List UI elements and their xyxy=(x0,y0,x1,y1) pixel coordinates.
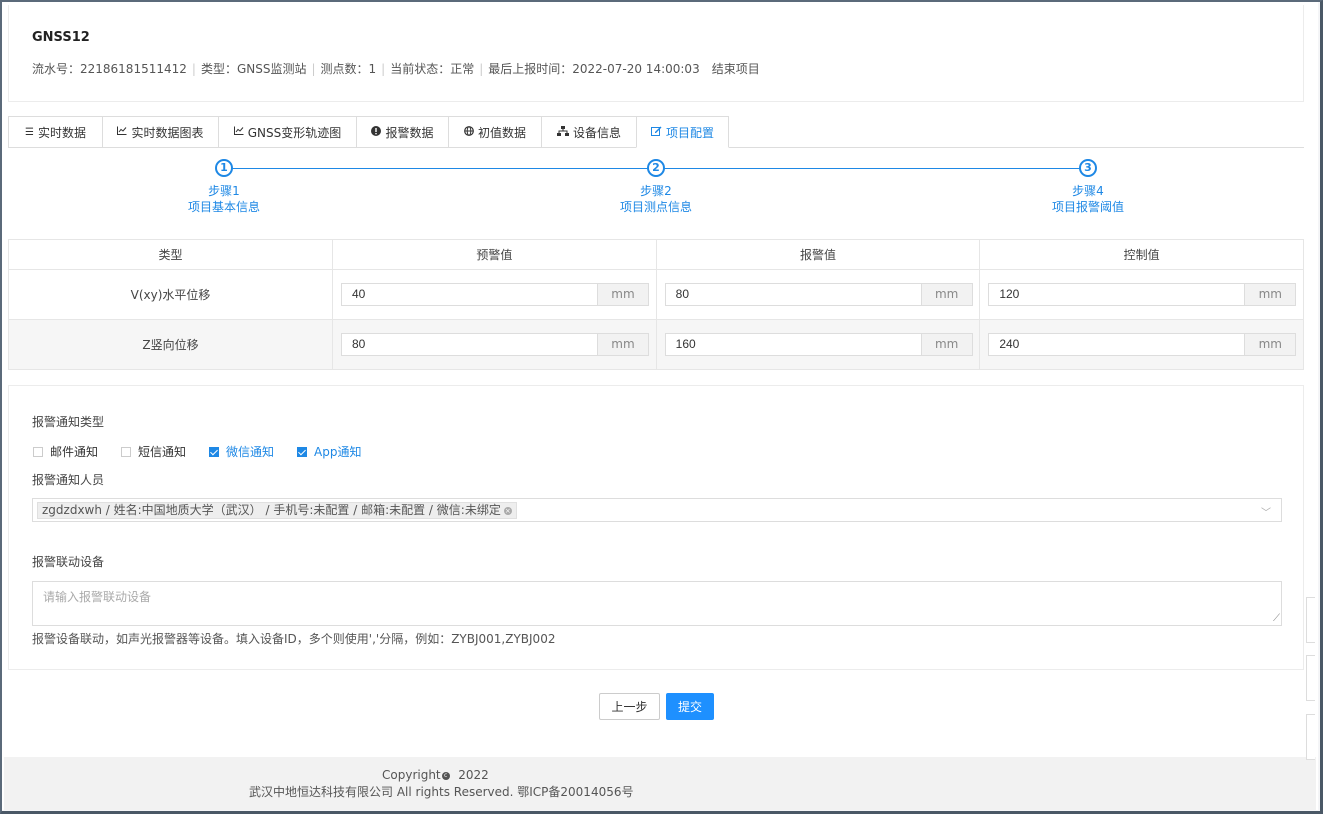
row-type: Z竖向位移 xyxy=(8,319,333,370)
notification-settings: 报警通知类型 邮件通知 短信通知 微信通知 App通知 报警通知人员 zgdzd… xyxy=(8,385,1304,670)
unit-addon: mm xyxy=(597,334,648,355)
tab-realtime-data[interactable]: ☰ 实时数据 xyxy=(8,116,102,148)
project-meta: 流水号：22186181511412 | 类型：GNSS监测站 | 测点数：1 | 当前状态… xyxy=(32,60,760,77)
tab-realtime-chart[interactable]: 实时数据图表 xyxy=(102,116,218,148)
dock-item[interactable] xyxy=(1306,655,1315,701)
threshold-table: 类型 预警值 报警值 控制值 V(xy)水平位移 mm mm mm Z竖向位移 … xyxy=(8,239,1304,370)
tab-device-info[interactable]: 设备信息 xyxy=(541,116,636,148)
serial-number: 流水号：22186181511412 xyxy=(32,62,187,76)
step-3: 3 步骤4 项目报警阈值 xyxy=(1028,159,1148,215)
submit-button[interactable]: 提交 xyxy=(666,693,714,720)
step-title: 步骤4 xyxy=(1072,184,1104,198)
table-header-row: 类型 预警值 报警值 控制值 xyxy=(8,239,1304,270)
tab-project-config[interactable]: 项目配置 xyxy=(636,116,729,148)
unit-addon: mm xyxy=(920,334,972,355)
table-row: Z竖向位移 mm mm mm xyxy=(8,319,1304,370)
header-alarm: 报警值 xyxy=(655,239,981,270)
linked-device-textarea[interactable]: 请输入报警联动设备 ⟋ xyxy=(32,581,1282,626)
step-number: 1 xyxy=(215,159,233,177)
step-2: 2 步骤2 项目测点信息 xyxy=(596,159,716,215)
project-type: 类型：GNSS监测站 xyxy=(200,62,307,76)
header-control: 控制值 xyxy=(979,239,1304,270)
check-icon xyxy=(297,446,307,457)
copyright-icon: c xyxy=(441,771,450,780)
header-warning: 预警值 xyxy=(332,239,657,270)
alert-circle-icon xyxy=(371,125,382,139)
step-description: 项目报警阈值 xyxy=(1051,200,1124,214)
step-1: 1 步骤1 项目基本信息 xyxy=(164,159,284,215)
dock-item[interactable] xyxy=(1306,597,1315,643)
page: GNSS12 流水号：22186181511412 | 类型：GNSS监测站 | 测点数… xyxy=(2,2,1318,810)
check-icon xyxy=(209,446,219,457)
unit-addon: mm xyxy=(1244,284,1296,305)
tab-initial-data[interactable]: 初值数据 xyxy=(448,116,541,148)
dock-item[interactable] xyxy=(1306,714,1315,760)
copyright-line: Copyright c 2022 xyxy=(382,768,489,782)
point-count: 测点数：1 xyxy=(320,62,377,76)
remove-tag-icon[interactable]: × xyxy=(503,506,512,515)
list-icon: ☰ xyxy=(25,126,34,138)
previous-step-button[interactable]: 上一步 xyxy=(599,693,660,720)
email-notify-checkbox[interactable]: 邮件通知 xyxy=(33,443,98,460)
end-project-link[interactable]: 结束项目 xyxy=(712,60,760,77)
step-title: 步骤2 xyxy=(640,184,672,198)
sms-notify-checkbox[interactable]: 短信通知 xyxy=(121,443,186,460)
checkbox-box xyxy=(121,446,131,457)
line-chart-icon xyxy=(233,126,244,138)
tab-bar: ☰ 实时数据 实时数据图表 GNSS变形轨迹图 报警数据 初值数据 设备信息 项目… xyxy=(8,116,1304,148)
control-input-group: mm xyxy=(988,333,1297,356)
company-line: 武汉中地恒达科技有限公司 All rights Reserved. 鄂ICP备2… xyxy=(249,785,634,799)
linked-device-hint: 报警设备联动，如声光报警器等设备。填入设备ID，多个则使用','分隔，例如：ZY… xyxy=(32,632,556,646)
alarm-value-input[interactable] xyxy=(665,334,921,355)
current-status: 当前状态：正常 xyxy=(390,62,475,76)
header-type: 类型 xyxy=(8,239,333,270)
unit-addon: mm xyxy=(1244,334,1296,355)
control-value-input[interactable] xyxy=(989,284,1245,305)
resize-handle-icon[interactable]: ⟋ xyxy=(1273,613,1280,624)
notify-type-title: 报警通知类型 xyxy=(32,415,105,429)
unit-addon: mm xyxy=(920,284,972,305)
step-number: 3 xyxy=(1079,159,1097,177)
unit-addon: mm xyxy=(597,284,648,305)
project-title: GNSS12 xyxy=(32,30,90,45)
last-report-time: 最后上报时间：2022-07-20 14:00:03 xyxy=(488,62,700,76)
alarm-value-input[interactable] xyxy=(665,284,921,305)
control-input-group: mm xyxy=(988,283,1297,306)
linked-device-title: 报警联动设备 xyxy=(32,555,105,569)
alarm-input-group: mm xyxy=(664,333,973,356)
step-number: 2 xyxy=(647,159,665,177)
alarm-input-group: mm xyxy=(664,283,973,306)
project-header: GNSS12 流水号：22186181511412 | 类型：GNSS监测站 | 测点数… xyxy=(8,5,1304,102)
control-value-input[interactable] xyxy=(989,334,1245,355)
tab-gnss-trajectory[interactable]: GNSS变形轨迹图 xyxy=(218,116,356,148)
row-type: V(xy)水平位移 xyxy=(8,269,333,320)
notify-people-select[interactable]: zgdzdxwh / 姓名:中国地质大学（武汉） / 手机号:未配置 / 邮箱:… xyxy=(32,498,1282,522)
globe-icon xyxy=(464,125,474,139)
table-row: V(xy)水平位移 mm mm mm xyxy=(8,269,1304,320)
chevron-down-icon: ﹀ xyxy=(1261,508,1271,519)
step-title: 步骤1 xyxy=(208,184,240,198)
edit-icon xyxy=(650,126,662,139)
step-indicator: 1 步骤1 项目基本信息 2 步骤2 项目测点信息 3 步骤4 项目报警阈值 xyxy=(8,148,1304,236)
sitemap-icon xyxy=(556,125,569,139)
step-description: 项目测点信息 xyxy=(619,200,692,214)
warning-value-input[interactable] xyxy=(342,334,597,355)
line-chart-icon xyxy=(117,126,127,138)
selected-person-tag: zgdzdxwh / 姓名:中国地质大学（武汉） / 手机号:未配置 / 邮箱:… xyxy=(37,502,517,519)
app-notify-checkbox[interactable]: App通知 xyxy=(297,443,361,460)
tab-alarm-data[interactable]: 报警数据 xyxy=(356,116,448,148)
step-description: 项目基本信息 xyxy=(187,200,260,214)
footer: Copyright c 2022 武汉中地恒达科技有限公司 All rights … xyxy=(4,757,1316,810)
notify-people-title: 报警通知人员 xyxy=(32,473,105,487)
warning-input-group: mm xyxy=(341,283,649,306)
checkbox-box xyxy=(33,446,43,457)
warning-input-group: mm xyxy=(341,333,649,356)
warning-value-input[interactable] xyxy=(342,284,597,305)
side-dock xyxy=(1306,597,1315,762)
wechat-notify-checkbox[interactable]: 微信通知 xyxy=(209,443,274,460)
